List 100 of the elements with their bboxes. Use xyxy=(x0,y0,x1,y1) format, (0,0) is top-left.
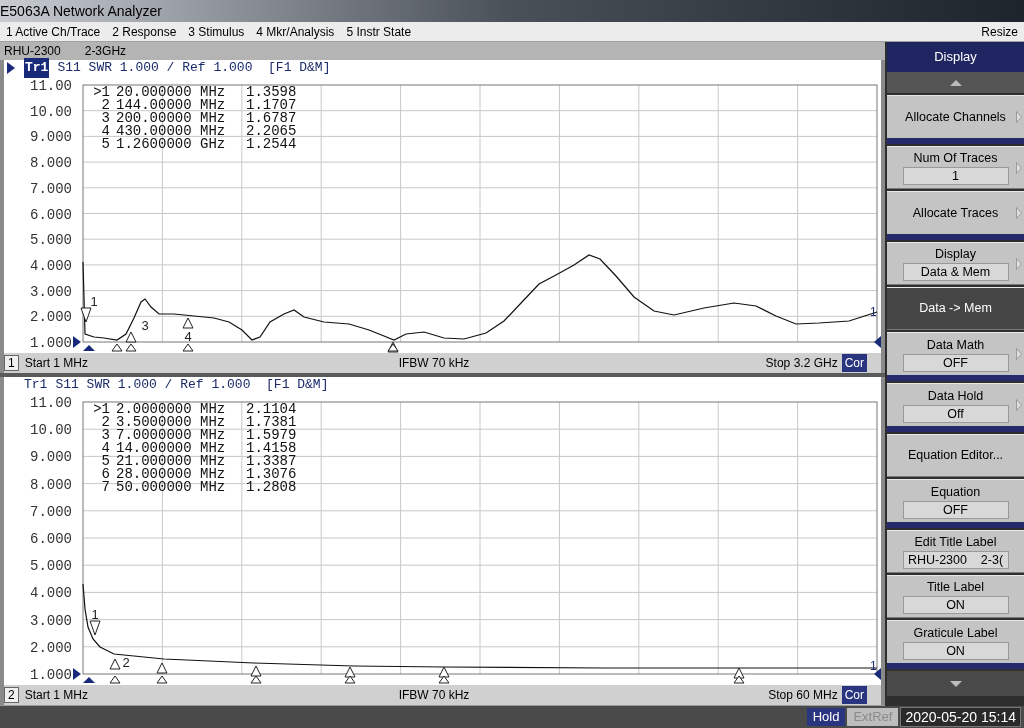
reference-arrow-icon xyxy=(874,668,881,680)
stop-frequency: Stop 60 MHz xyxy=(768,687,839,704)
axis-label: 8.000 xyxy=(30,476,72,493)
menu-item[interactable]: 1 Active Ch/Trace xyxy=(6,22,101,41)
axis-label: 9.000 xyxy=(30,129,72,146)
marker-value: 1.5979 xyxy=(246,429,297,442)
channel-window[interactable] xyxy=(0,377,885,685)
softkey-button[interactable]: Data Hold Off xyxy=(887,383,1024,432)
marker-triangle-icon xyxy=(109,675,121,684)
softkey-button[interactable]: Title Label ON xyxy=(887,575,1024,618)
active-trace-icon xyxy=(6,62,16,74)
channel-window[interactable] xyxy=(0,60,885,353)
scroll-up-icon xyxy=(949,79,962,86)
marker-id: >1 xyxy=(92,403,111,416)
trace-number: 1 xyxy=(870,659,877,673)
ifbw-label: IFBW 70 kHz xyxy=(398,355,470,372)
softkey-value: OFF xyxy=(902,500,1009,519)
menu-item[interactable]: 5 Instr State xyxy=(346,22,412,41)
marker-value: 1.2544 xyxy=(246,138,297,151)
axis-label: 5.000 xyxy=(30,232,72,249)
marker-triangle-icon xyxy=(250,665,262,677)
start-marker-icon xyxy=(83,677,95,683)
softkey-button[interactable]: Data Math OFF xyxy=(887,332,1024,381)
softkey-button[interactable]: Equation Editor... xyxy=(887,434,1024,477)
start-frequency: Start 1 MHz xyxy=(23,687,90,704)
menu-item[interactable]: Resize xyxy=(981,22,1024,41)
channel-title: 2-3GHz xyxy=(84,43,127,60)
softkey-button[interactable]: Graticule Label ON xyxy=(887,620,1024,669)
submenu-arrow-icon xyxy=(1016,111,1022,123)
marker-stimulus: 50.000000 MHz xyxy=(116,481,227,494)
marker-stimulus: 21.000000 MHz xyxy=(116,455,227,468)
axis-label: 1.000 xyxy=(30,667,72,683)
reference-arrow-icon xyxy=(874,336,881,348)
softkey-button[interactable]: Data -> Mem xyxy=(887,287,1024,330)
marker-triangle-icon xyxy=(733,667,745,679)
softkey-button[interactable]: Equation OFF xyxy=(887,479,1024,528)
marker-stimulus: 7.0000000 MHz xyxy=(116,429,227,442)
axis-label: 2.000 xyxy=(30,639,72,656)
date-time: 2020-05-20 15:14 xyxy=(900,707,1021,727)
marker-id: 6 xyxy=(100,468,111,481)
marker-stimulus: 200.00000 MHz xyxy=(116,112,227,125)
softkey-button[interactable]: Num Of Traces 1 xyxy=(887,146,1024,189)
softkey-button[interactable]: Edit Title Label RHU-2300 2-3( xyxy=(887,530,1024,573)
marker-triangle-icon xyxy=(182,343,194,352)
marker-id: 5 xyxy=(100,138,111,151)
axis-label: 11.00 xyxy=(30,395,72,411)
axis-label: 10.00 xyxy=(30,422,72,439)
submenu-arrow-icon xyxy=(1016,162,1022,174)
marker-stimulus: 430.00000 MHz xyxy=(116,125,227,138)
marker-id: 5 xyxy=(100,455,111,468)
marker-value: 2.2065 xyxy=(246,125,297,138)
menu-item[interactable]: 4 Mkr/Analysis xyxy=(256,22,335,41)
softkey-value: RHU-2300 2-3( xyxy=(902,551,1009,569)
marker-triangle-icon xyxy=(80,307,92,323)
start-frequency: Start 1 MHz xyxy=(23,355,90,372)
axis-label: 5.000 xyxy=(30,558,72,575)
axis-label: 4.000 xyxy=(30,257,72,274)
channel-number: 1 xyxy=(4,355,19,371)
menu-title: Display xyxy=(887,42,1024,72)
marker-triangle-icon xyxy=(89,620,101,636)
axis-label: 10.00 xyxy=(30,103,72,120)
softkey-value: Off xyxy=(902,404,1009,423)
menu-item[interactable]: 2 Response xyxy=(112,22,177,41)
marker-value: 1.7381 xyxy=(246,416,297,429)
marker-id: 3 xyxy=(100,429,111,442)
axis-label: 2.000 xyxy=(30,309,72,326)
marker-value: 1.1707 xyxy=(246,99,297,112)
softkey-value: 1 xyxy=(902,167,1009,185)
marker-id: 2 xyxy=(100,99,111,112)
marker-stimulus: 20.000000 MHz xyxy=(116,86,227,99)
marker-triangle-icon xyxy=(109,658,121,670)
axis-label: 8.000 xyxy=(30,155,72,172)
submenu-arrow-icon xyxy=(1016,207,1022,219)
reference-arrow-icon xyxy=(73,336,81,348)
trace-name[interactable]: Tr1 xyxy=(24,58,50,78)
channel-title: RHU-2300 xyxy=(4,43,61,60)
marker-triangle-icon xyxy=(125,343,137,352)
softkey-button[interactable]: Allocate Traces xyxy=(887,191,1024,240)
marker-id: 4 xyxy=(100,125,111,138)
axis-label: 1.000 xyxy=(30,335,72,351)
trace-info: S11 SWR 1.000 / Ref 1.000 [F1 D&M] xyxy=(57,59,331,78)
marker-value: 1.3076 xyxy=(246,468,297,481)
softkey-button[interactable]: Allocate Channels xyxy=(887,95,1024,144)
trace-name[interactable]: Tr1 xyxy=(24,375,48,395)
marker-triangle-icon xyxy=(156,662,168,674)
marker-triangle-icon xyxy=(438,675,450,684)
softkey-value: ON xyxy=(902,641,1009,660)
marker-number: 2 xyxy=(122,655,130,670)
marker-value: 1.6787 xyxy=(246,112,297,125)
marker-stimulus: 144.00000 MHz xyxy=(116,99,227,112)
menu-item[interactable]: 3 Stimulus xyxy=(188,22,245,41)
start-marker-icon xyxy=(83,345,95,351)
marker-triangle-icon xyxy=(250,675,262,684)
trace-number: 1 xyxy=(870,305,877,319)
marker-value: 1.3387 xyxy=(246,455,297,468)
submenu-arrow-icon xyxy=(1016,348,1022,360)
marker-triangle-icon xyxy=(125,331,137,343)
softkey-value: ON xyxy=(902,596,1009,614)
softkey-button[interactable]: Display Data & Mem xyxy=(887,242,1024,285)
axis-label: 6.000 xyxy=(30,531,72,547)
